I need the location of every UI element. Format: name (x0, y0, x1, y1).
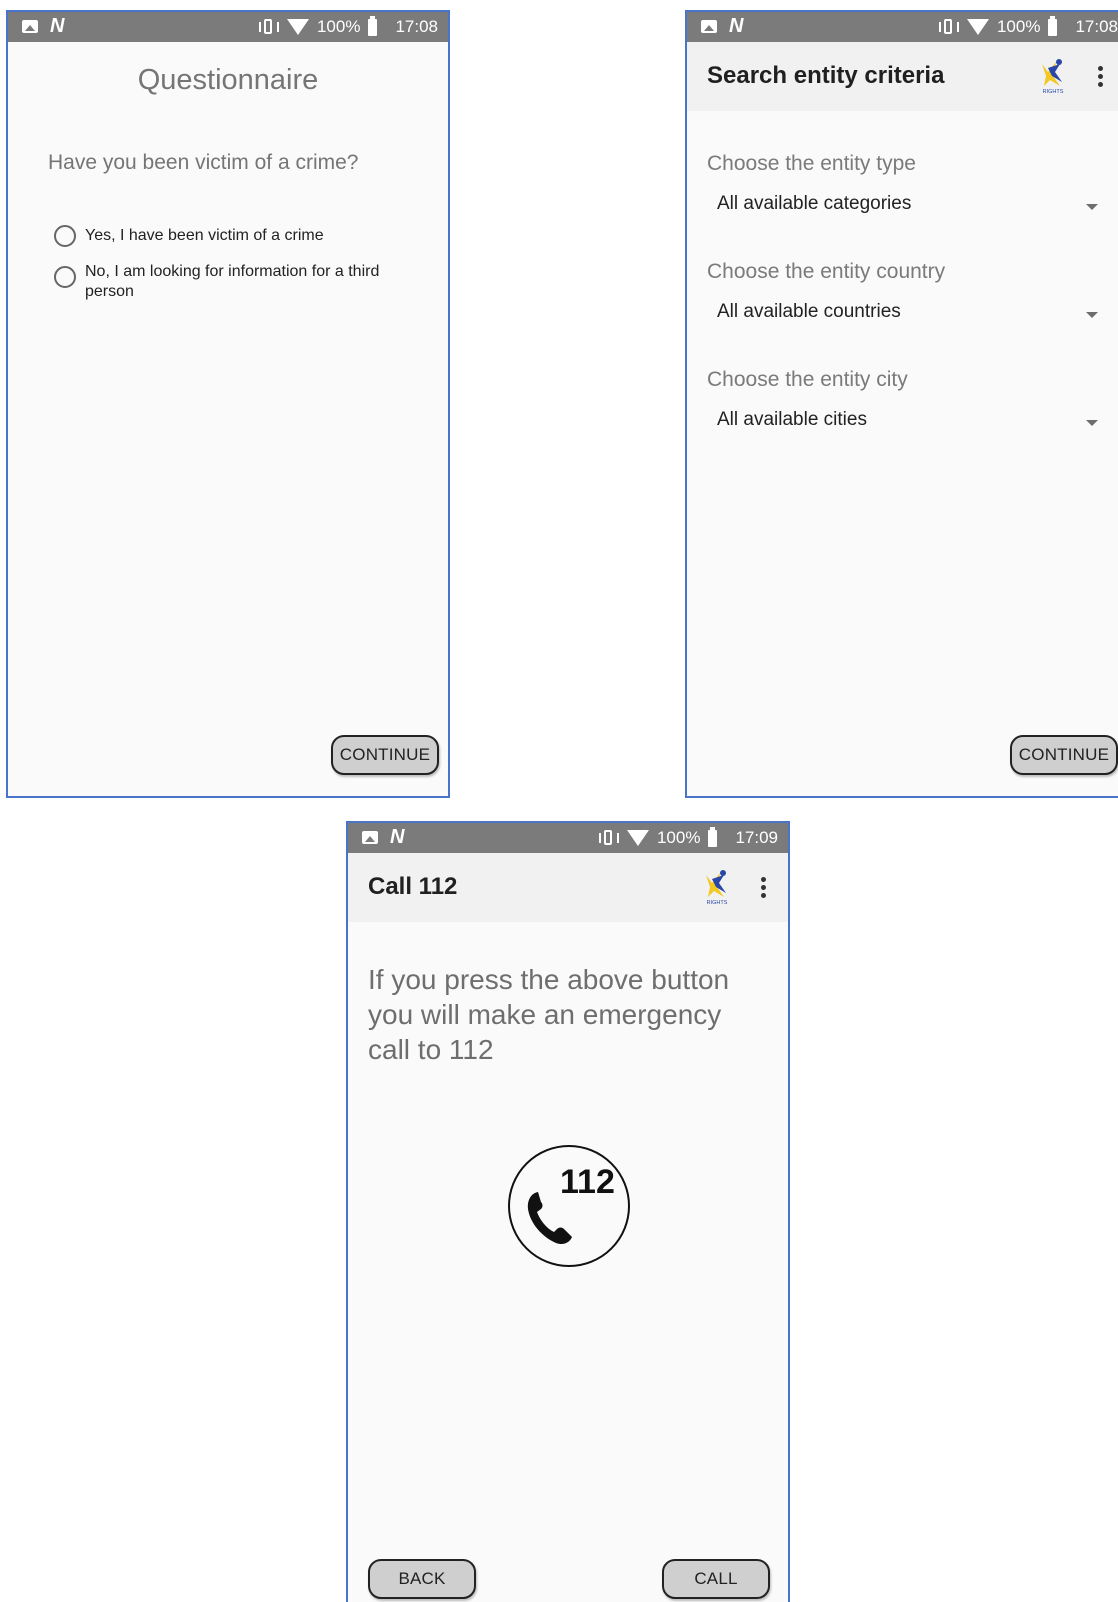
radio-option-victim[interactable]: Yes, I have been victim of a crime (54, 225, 415, 247)
phone-handset-icon (527, 1192, 572, 1245)
entity-city-select[interactable]: All available cities (717, 409, 867, 431)
entity-type-label: Choose the entity type (707, 152, 916, 175)
nfc-icon: N (390, 826, 405, 848)
logo-text: RIGHTS (1043, 89, 1064, 95)
app-bar: Search entity criteria RIGHTS (687, 42, 1118, 111)
page-title: Questionnaire (137, 64, 319, 96)
continue-button[interactable]: CONTINUE (331, 735, 439, 775)
emergency-call-icon[interactable]: 112 (508, 1145, 630, 1267)
search-criteria-screen: N 100% 17:08 Search entity criteria RIGH… (685, 10, 1118, 798)
clock: 17:08 (395, 17, 438, 36)
battery-icon (1048, 15, 1058, 36)
logo-text: RIGHTS (707, 900, 728, 906)
chevron-down-icon[interactable] (1086, 420, 1098, 426)
wifi-icon (966, 19, 989, 35)
clock: 17:09 (735, 828, 778, 847)
wifi-icon (286, 19, 309, 35)
image-notification-icon (701, 20, 717, 33)
battery-icon (708, 826, 718, 847)
chevron-down-icon[interactable] (1086, 312, 1098, 318)
status-bar: N 100% 17:08 (687, 12, 1118, 42)
wifi-icon (626, 830, 649, 846)
rights-app-logo: RIGHTS (706, 870, 728, 906)
radio-label: No, I am looking for information for a t… (85, 263, 380, 300)
overflow-menu-icon[interactable] (760, 877, 766, 901)
call-button[interactable]: CALL (662, 1559, 770, 1599)
battery-icon (368, 15, 378, 36)
vibrate-icon (598, 829, 619, 847)
battery-percent: 100% (316, 17, 361, 36)
image-notification-icon (362, 831, 378, 844)
radio-label: Yes, I have been victim of a crime (85, 227, 324, 244)
image-notification-icon (22, 20, 38, 33)
app-bar-title: Call 112 (368, 873, 458, 900)
battery-percent: 100% (996, 17, 1041, 36)
status-bar: N 100% 17:08 (8, 12, 448, 42)
questionnaire-screen: N 100% 17:08 Questionnaire Have you been… (6, 10, 450, 798)
overflow-menu-icon[interactable] (1097, 66, 1103, 90)
question-text: Have you been victim of a crime? (48, 151, 359, 174)
battery-percent: 100% (656, 828, 701, 847)
entity-type-select[interactable]: All available categories (717, 193, 911, 215)
emergency-call-message: If you press the above button you will m… (368, 964, 730, 1065)
radio-button[interactable] (54, 225, 76, 247)
nfc-icon: N (50, 15, 65, 37)
entity-country-label: Choose the entity country (707, 260, 946, 283)
back-button[interactable]: BACK (368, 1559, 476, 1599)
vibrate-icon (938, 18, 959, 36)
continue-button[interactable]: CONTINUE (1010, 735, 1118, 775)
radio-option-third-person[interactable]: No, I am looking for information for a t… (54, 262, 415, 302)
entity-country-select[interactable]: All available countries (717, 301, 901, 323)
nfc-icon: N (729, 15, 744, 37)
rights-app-logo: RIGHTS (1042, 59, 1064, 95)
call-112-screen: N 100% 17:09 Call 112 RIGHTS If you pres… (346, 821, 790, 1602)
status-bar: N 100% 17:09 (348, 823, 788, 853)
chevron-down-icon[interactable] (1086, 204, 1098, 210)
app-bar-title: Search entity criteria (707, 62, 945, 89)
entity-city-label: Choose the entity city (707, 368, 908, 391)
app-bar: Call 112 RIGHTS (348, 853, 788, 922)
vibrate-icon (258, 18, 279, 36)
clock: 17:08 (1075, 17, 1118, 36)
radio-button[interactable] (54, 266, 76, 288)
